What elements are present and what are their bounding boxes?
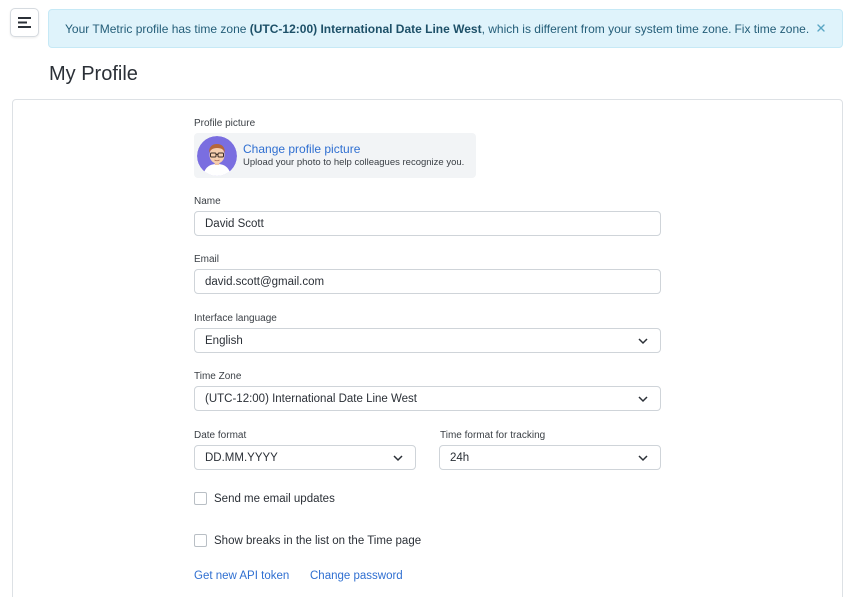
chevron-down-icon (638, 396, 648, 403)
change-profile-picture-link[interactable]: Change profile picture (243, 142, 464, 156)
timezone-label: Time Zone (194, 371, 242, 382)
alert-text-after: , which is different from your system ti… (481, 21, 732, 36)
email-updates-checkbox-row[interactable]: Send me email updates (194, 492, 335, 505)
language-value: English (205, 334, 243, 347)
change-password-link[interactable]: Change password (310, 570, 403, 582)
date-format-select[interactable]: DD.MM.YYYY (194, 445, 416, 470)
chevron-down-icon (638, 338, 648, 345)
timezone-alert: Your TMetric profile has time zone (UTC-… (48, 9, 843, 48)
language-select[interactable]: English (194, 328, 661, 353)
menu-icon (17, 17, 31, 28)
time-format-label: Time format for tracking (440, 430, 546, 441)
avatar-icon[interactable] (197, 135, 237, 176)
profile-picture-hint: Upload your photo to help colleagues rec… (243, 157, 465, 168)
language-label: Interface language (194, 313, 277, 324)
timezone-value: (UTC-12:00) International Date Line West (205, 392, 417, 405)
date-format-value: DD.MM.YYYY (205, 451, 278, 464)
email-input[interactable]: david.scott@gmail.com (194, 269, 661, 294)
get-api-token-link[interactable]: Get new API token (194, 570, 289, 582)
time-format-select[interactable]: 24h (439, 445, 661, 470)
show-breaks-label: Show breaks in the list on the Time page (214, 534, 422, 547)
email-updates-label: Send me email updates (214, 492, 335, 505)
chevron-down-icon (638, 455, 648, 462)
fix-timezone-link[interactable]: Fix time zone. (734, 22, 809, 36)
menu-button[interactable] (10, 8, 39, 37)
show-breaks-checkbox[interactable] (194, 534, 207, 547)
alert-timezone: (UTC-12:00) International Date Line West (249, 21, 482, 36)
alert-text-before: Your TMetric profile has time zone (65, 21, 247, 36)
profile-picture-label: Profile picture (194, 118, 256, 129)
profile-picture-box[interactable]: Change profile picture Upload your photo… (194, 133, 476, 178)
page-title: My Profile (49, 63, 138, 85)
date-format-label: Date format (194, 430, 247, 441)
show-breaks-checkbox-row[interactable]: Show breaks in the list on the Time page (194, 534, 421, 547)
alert-message: Your TMetric profile has time zone (UTC-… (65, 22, 809, 36)
alert-close-button[interactable] (814, 21, 828, 35)
name-input[interactable]: David Scott (194, 211, 661, 236)
chevron-down-icon (393, 455, 403, 462)
email-updates-checkbox[interactable] (194, 492, 207, 505)
timezone-select[interactable]: (UTC-12:00) International Date Line West (194, 386, 661, 411)
time-format-value: 24h (450, 451, 470, 464)
close-icon (817, 24, 825, 32)
name-label: Name (194, 196, 221, 207)
email-label: Email (194, 254, 220, 265)
